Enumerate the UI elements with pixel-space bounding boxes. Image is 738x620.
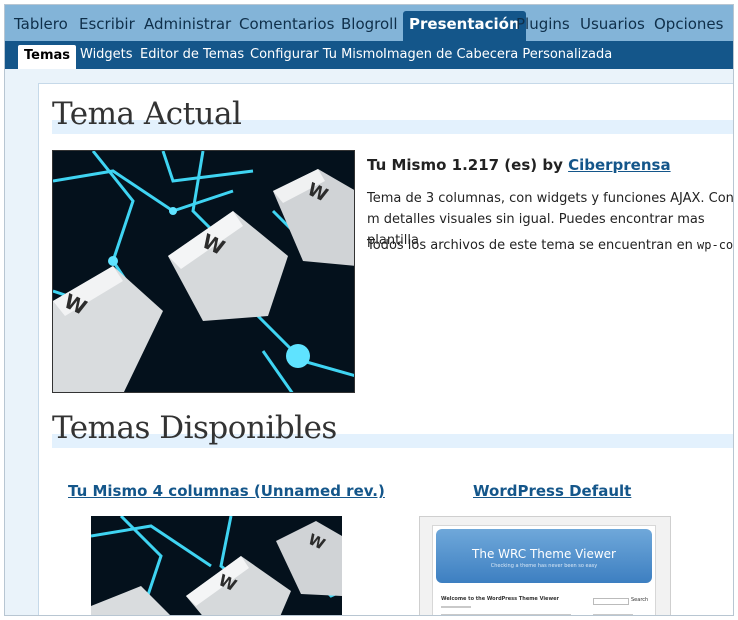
- submenu: Temas Widgets Editor de Temas Configurar…: [5, 41, 733, 69]
- current-theme-screenshot: W W W: [52, 150, 355, 393]
- preview-text-line: [441, 606, 471, 608]
- menu-usuarios[interactable]: Usuarios: [575, 5, 650, 41]
- theme-preview-wordpress-default[interactable]: The WRC Theme Viewer Checking a theme ha…: [419, 516, 671, 615]
- current-theme-name: Tu Mismo 1.217 (es) by: [367, 156, 563, 174]
- main-menu: Tablero Escribir Administrar Comentarios…: [5, 5, 733, 41]
- menu-tablero[interactable]: Tablero: [9, 5, 73, 41]
- menu-comentarios[interactable]: Comentarios: [234, 5, 339, 41]
- submenu-editor-de-temas[interactable]: Editor de Temas: [140, 41, 244, 69]
- current-theme-heading: Tema Actual: [52, 96, 242, 132]
- preview-sidebar-line: [593, 614, 633, 615]
- theme-author-link[interactable]: Ciberprensa: [568, 156, 671, 174]
- menu-presentacion[interactable]: Presentación: [403, 11, 526, 41]
- preview-page: The WRC Theme Viewer Checking a theme ha…: [432, 525, 656, 615]
- files-path: wp-con: [697, 238, 734, 252]
- submenu-temas[interactable]: Temas: [18, 45, 77, 69]
- submenu-configurar-tu-mismo[interactable]: Configurar Tu Mismo: [250, 41, 383, 69]
- preview-text-line: [441, 614, 571, 615]
- theme-link-tu-mismo-4[interactable]: Tu Mismo 4 columnas (Unnamed rev.): [68, 482, 385, 500]
- files-prefix: Todos los archivos de este tema se encue…: [367, 238, 693, 253]
- menu-blogroll[interactable]: Blogroll: [336, 5, 403, 41]
- theme-preview-tu-mismo-4[interactable]: W W: [91, 516, 342, 615]
- menu-opciones[interactable]: Opciones: [649, 5, 728, 41]
- preview-banner-title: The WRC Theme Viewer: [472, 547, 616, 561]
- preview-post-title: Welcome to the WordPress Theme Viewer: [441, 596, 559, 602]
- theme-link-wordpress-default[interactable]: WordPress Default: [473, 482, 631, 500]
- admin-window: Tablero Escribir Administrar Comentarios…: [4, 4, 734, 616]
- preview-banner-subtitle: Checking a theme has never been so easy: [490, 563, 598, 569]
- content-panel: Tema Actual W W W Tu Mismo 1.217 (es) by…: [38, 83, 734, 615]
- current-theme-title: Tu Mismo 1.217 (es) by Ciberprensa: [367, 156, 671, 174]
- preview-search-box: [593, 598, 629, 605]
- menu-plugins[interactable]: Plugins: [511, 5, 575, 41]
- submenu-widgets[interactable]: Widgets: [80, 41, 133, 69]
- submenu-imagen-cabecera[interactable]: Imagen de Cabecera Personalizada: [383, 41, 612, 69]
- available-themes-heading: Temas Disponibles: [52, 410, 337, 446]
- preview-banner: The WRC Theme Viewer Checking a theme ha…: [436, 529, 652, 583]
- menu-escribir[interactable]: Escribir: [74, 5, 140, 41]
- current-theme-files: Todos los archivos de este tema se encue…: [367, 238, 734, 253]
- menu-administrar[interactable]: Administrar: [139, 5, 236, 41]
- preview-search-label: Search: [631, 597, 649, 603]
